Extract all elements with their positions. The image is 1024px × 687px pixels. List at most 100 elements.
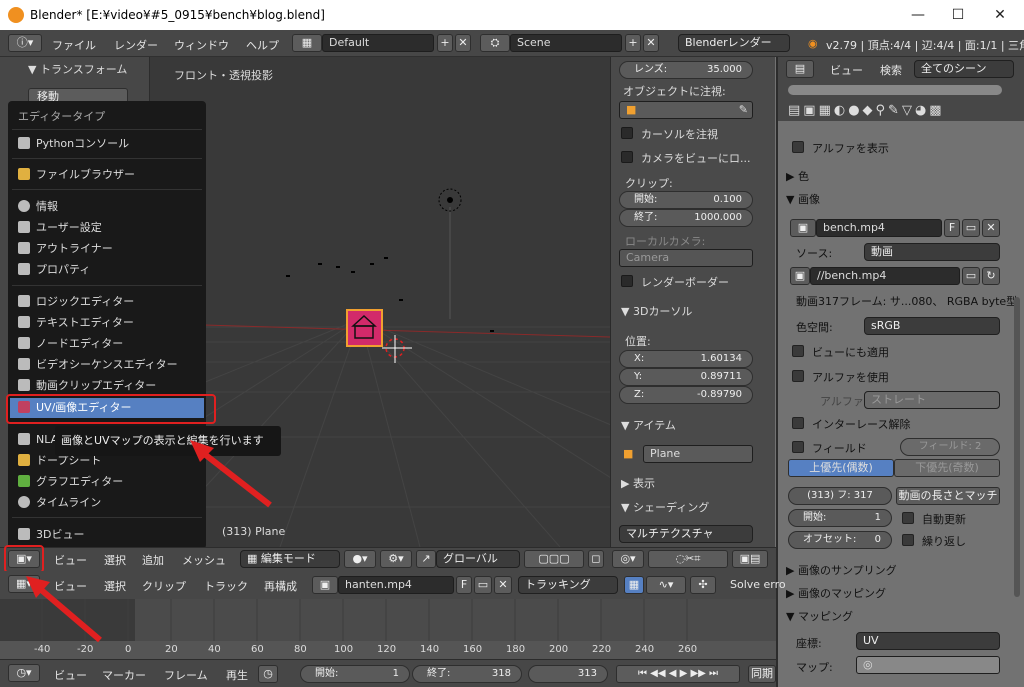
lens-field[interactable]: レンズ: 35.000	[619, 61, 753, 79]
filepath-field[interactable]: //bench.mp4	[810, 267, 960, 285]
cursor-z-field[interactable]: Z: -0.89790	[619, 386, 753, 404]
tl-playback-menu[interactable]: 再生	[226, 667, 248, 683]
orientation-dropdown[interactable]: グローバル	[436, 550, 520, 568]
mode-dropdown[interactable]: ▦ 編集モード	[240, 550, 340, 568]
select-menu[interactable]: 選択	[104, 552, 126, 568]
render-border-checkbox[interactable]	[621, 275, 633, 287]
color-section-header[interactable]: ▶ 色	[786, 168, 1010, 188]
tl-marker-menu[interactable]: マーカー	[102, 667, 146, 683]
sampling-section-header[interactable]: ▶ 画像のサンプリング	[786, 562, 1010, 582]
tl-frame-menu[interactable]: フレーム	[164, 667, 208, 683]
clip-open-icon[interactable]: ▭	[474, 576, 492, 594]
map-field[interactable]: ◎	[856, 656, 1000, 674]
offset-field[interactable]: オフセット: 0	[788, 531, 892, 549]
layout-remove-icon[interactable]: ✕	[455, 34, 471, 52]
menu-item-nla[interactable]: NLA	[18, 430, 58, 450]
image-name-field[interactable]: bench.mp4	[816, 219, 942, 237]
timeline-area[interactable]: -40 -20 0 20 40 60 80 100 120 140 160 18…	[0, 599, 776, 659]
render-engine-dropdown[interactable]: Blenderレンダー	[678, 34, 790, 52]
menu-item-info[interactable]: 情報	[18, 197, 58, 217]
coords-dropdown[interactable]: UV	[856, 632, 1000, 650]
cyclic-checkbox[interactable]	[902, 534, 914, 546]
shading-mode-dropdown[interactable]: マルチテクスチャ	[619, 525, 753, 543]
menu-item-sequencer[interactable]: ビデオシーケンスエディター	[18, 355, 178, 375]
mapping-section-header[interactable]: ▶ 画像のマッピング	[786, 585, 1010, 605]
clip-end-field[interactable]: 終了: 1000.000	[619, 209, 753, 227]
alpha-mode-dropdown[interactable]: ストレート	[864, 391, 1000, 409]
eyedropper-icon[interactable]: ✎	[739, 102, 748, 118]
source-dropdown[interactable]: 動画	[864, 243, 1000, 261]
tl-start-field[interactable]: 開始: 1	[300, 665, 410, 683]
close-button[interactable]: ✕	[990, 5, 1010, 25]
lock-object-field[interactable]: ■ ✎	[619, 101, 753, 119]
menu-render[interactable]: レンダー	[114, 37, 158, 53]
menu-item-properties[interactable]: プロパティ	[18, 260, 90, 280]
fields-checkbox[interactable]	[792, 441, 804, 453]
clip-browse-icon[interactable]: ▣	[312, 576, 338, 594]
scroll-bar[interactable]	[788, 85, 1002, 95]
minimize-button[interactable]: —	[908, 5, 928, 25]
view-menu[interactable]: ビュー	[54, 552, 87, 568]
auto-refresh-checkbox[interactable]	[902, 512, 914, 524]
mapping2-section-header[interactable]: ▼ マッピング	[786, 608, 1010, 628]
menu-item-clip-editor[interactable]: 動画クリップエディター	[18, 376, 156, 396]
browse-file-icon[interactable]: ▭	[962, 267, 980, 285]
snap-icons[interactable]: ◌✂⌗	[648, 550, 728, 568]
context-tab-icons[interactable]: ▤▣▦◐●◆⚲✎▽◕▩	[788, 103, 945, 118]
menu-help[interactable]: ヘルプ	[246, 37, 279, 53]
pivot-clip-icon[interactable]: ✣	[690, 576, 716, 594]
playback-controls[interactable]: ⏮ ◀◀ ◀ ▶ ▶▶ ⏭	[616, 665, 740, 683]
layout-icon[interactable]: ▦	[292, 34, 322, 52]
clip-editor-type-icon[interactable]: ▦▾	[8, 575, 40, 593]
props-view-menu[interactable]: ビュー	[830, 62, 863, 78]
layout-add-icon[interactable]: +	[437, 34, 453, 52]
frames-field[interactable]: (313) フ: 317	[788, 487, 892, 505]
3d-cursor-header[interactable]: ▼ 3Dカーソル	[621, 303, 692, 319]
menu-window[interactable]: ウィンドウ	[174, 37, 229, 53]
reload-icon[interactable]: ↻	[982, 267, 1000, 285]
cursor-y-field[interactable]: Y: 0.89711	[619, 368, 753, 386]
scene-filter-dropdown[interactable]: 全てのシーン	[914, 60, 1014, 78]
file-icon[interactable]: ▣	[790, 267, 810, 285]
fake-user-button[interactable]: F	[944, 219, 960, 237]
upper-first-button[interactable]: 上優先(偶数)	[788, 459, 894, 477]
menu-item-logic-editor[interactable]: ロジックエディター	[18, 292, 134, 312]
open-image-icon[interactable]: ▭	[962, 219, 980, 237]
menu-item-graph-editor[interactable]: グラフエディター	[18, 472, 123, 492]
scene-add-icon[interactable]: +	[625, 34, 641, 52]
menu-item-text-editor[interactable]: テキストエディター	[18, 313, 134, 333]
lock-cursor-checkbox[interactable]	[621, 127, 633, 139]
colorspace-dropdown[interactable]: sRGB	[864, 317, 1000, 335]
deinterlace-checkbox[interactable]	[792, 417, 804, 429]
pivot-icon[interactable]: ⚙▾	[380, 550, 412, 568]
shading-header[interactable]: ▼ シェーディング	[621, 499, 709, 515]
menu-item-3d-view[interactable]: 3Dビュー	[18, 525, 84, 545]
outliner-editor-icon[interactable]: ▤	[786, 60, 814, 78]
item-name-field[interactable]: Plane	[643, 445, 753, 463]
props-search-menu[interactable]: 検索	[880, 62, 902, 78]
clip-select-menu[interactable]: 選択	[104, 578, 126, 594]
use-alpha-checkbox[interactable]	[792, 370, 804, 382]
match-length-button[interactable]: 動画の長さとマッチ	[896, 487, 1000, 505]
clip-view-menu[interactable]: ビュー	[54, 578, 87, 594]
preview-range-icon[interactable]: ◷	[258, 665, 278, 683]
clip-name-field[interactable]: hanten.mp4	[338, 576, 454, 594]
lower-first-button[interactable]: 下優先(奇数)	[894, 459, 1000, 477]
sync-dropdown[interactable]: 同期	[748, 665, 776, 683]
menu-item-outliner[interactable]: アウトライナー	[18, 239, 113, 259]
proportional-icon[interactable]: ◎▾	[612, 550, 644, 568]
image-section-header[interactable]: ▼ 画像	[786, 191, 1010, 211]
clip-start-field[interactable]: 開始: 0.100	[619, 191, 753, 209]
clip-mode-dropdown[interactable]: トラッキング	[518, 576, 618, 594]
menu-item-user-prefs[interactable]: ユーザー設定	[18, 218, 102, 238]
scene-field[interactable]: Scene	[510, 34, 622, 52]
mesh-menu[interactable]: メッシュ	[182, 552, 226, 568]
cursor-x-field[interactable]: X: 1.60134	[619, 350, 753, 368]
add-menu[interactable]: 追加	[142, 552, 164, 568]
render-icons[interactable]: ▣▤	[732, 550, 768, 568]
display-header[interactable]: ▶ 表示	[621, 475, 655, 491]
graph-dope-icons[interactable]: ∿▾	[646, 576, 686, 594]
select-mode-icon[interactable]: ◻	[588, 550, 604, 568]
properties-scrollbar[interactable]	[1014, 297, 1020, 597]
menu-file[interactable]: ファイル	[52, 37, 96, 53]
